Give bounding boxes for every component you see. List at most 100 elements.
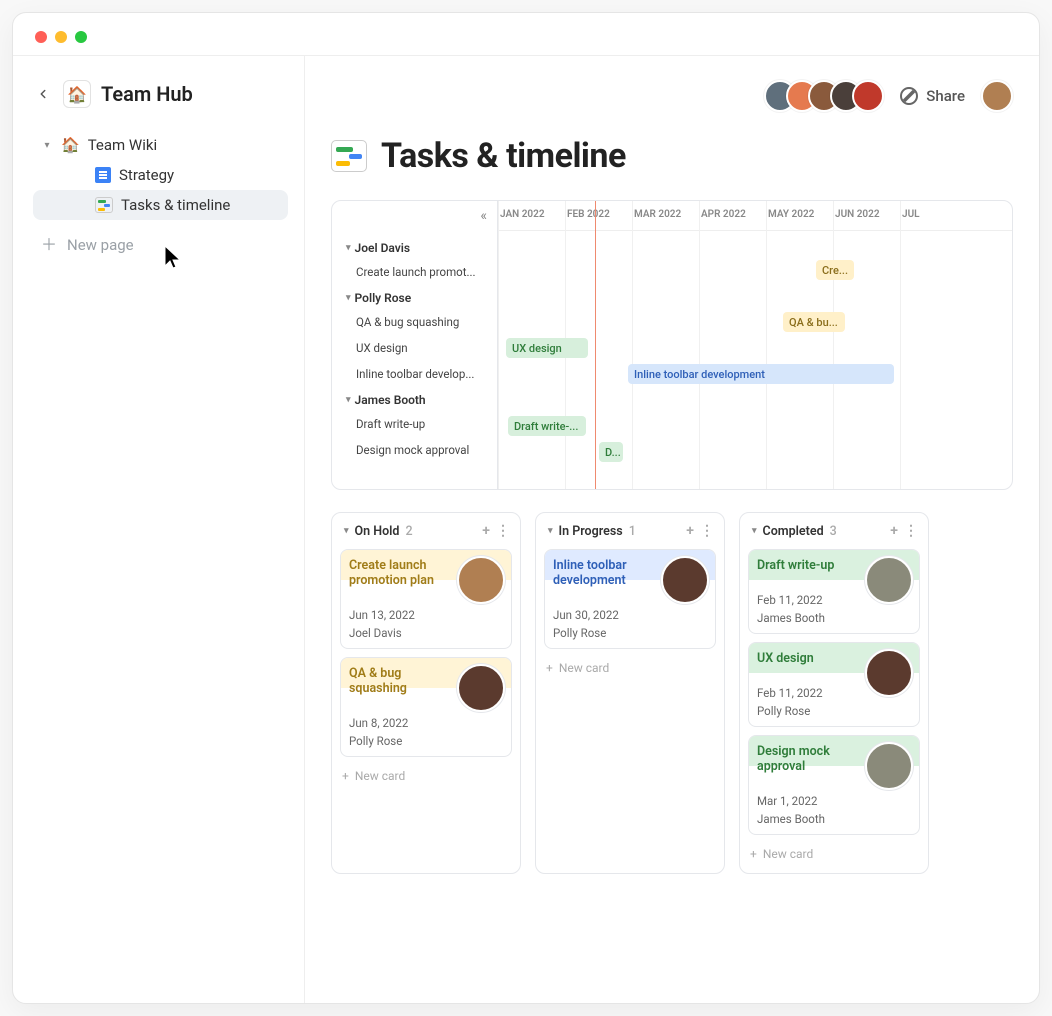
board-card[interactable]: Design mock approvalMar 1, 2022James Boo…	[748, 735, 920, 835]
board-header[interactable]: ▾In Progress1+⋮	[544, 521, 716, 541]
add-card-icon[interactable]: +	[890, 523, 898, 539]
add-card-icon[interactable]: +	[482, 523, 490, 539]
plus-icon: ＋	[41, 237, 57, 253]
board-count: 2	[405, 524, 412, 539]
timeline-group-label: Joel Davis	[355, 241, 411, 255]
board-header[interactable]: ▾Completed3+⋮	[748, 521, 920, 541]
hub-icon: 🏠	[63, 80, 91, 108]
plus-icon: +	[546, 661, 553, 675]
card-title: Create launch promotion plan	[349, 558, 503, 588]
add-card-icon[interactable]: +	[686, 523, 694, 539]
maximize-icon[interactable]	[75, 31, 87, 43]
new-card-button[interactable]: +New card	[544, 657, 716, 679]
app-body: 🏠 Team Hub ▾ 🏠 Team Wiki Strategy Tasks …	[13, 55, 1039, 1003]
avatar-stack[interactable]	[774, 80, 884, 112]
current-user-avatar[interactable]	[981, 80, 1013, 112]
card-title: UX design	[757, 651, 911, 666]
chevron-left-icon	[36, 87, 50, 101]
back-button[interactable]	[33, 84, 53, 104]
timeline-month: JUL	[900, 201, 967, 230]
timeline-group[interactable]: ▾Joel Davis	[346, 241, 489, 255]
timeline-bar[interactable]: QA & bu...	[783, 312, 845, 332]
new-page-button[interactable]: ＋ New page	[33, 230, 288, 260]
timeline-bar[interactable]: Cre...	[816, 260, 854, 280]
more-icon[interactable]: ⋮	[700, 523, 714, 539]
chevron-down-icon: ▾	[346, 395, 351, 405]
timeline-task-row: Draft write-...	[498, 413, 1012, 439]
card-assignee: Polly Rose	[349, 734, 503, 748]
tree-label: Team Wiki	[88, 136, 157, 154]
board-title: In Progress	[559, 524, 623, 539]
timeline-gantt[interactable]: JAN 2022FEB 2022MAR 2022APR 2022MAY 2022…	[498, 201, 1012, 489]
timeline-group[interactable]: ▾ Polly Rose	[346, 291, 489, 305]
timeline-task-row: QA & bu...	[498, 309, 1012, 335]
today-line	[595, 201, 596, 489]
timeline-group-row	[498, 231, 1012, 257]
timeline-bar[interactable]: D...	[599, 442, 623, 462]
card-title: Draft write-up	[757, 558, 911, 573]
timeline-task-label[interactable]: Design mock approval	[346, 437, 489, 463]
timeline-group[interactable]: ▾James Booth	[346, 393, 489, 407]
sidebar-item-strategy[interactable]: Strategy	[33, 160, 288, 190]
timeline-task-row: D...	[498, 439, 1012, 465]
timeline-month: FEB 2022	[565, 201, 632, 230]
hub-title: Team Hub	[101, 82, 193, 106]
timeline-task-row: Inline toolbar development	[498, 361, 1012, 387]
timeline-task-label[interactable]: Create launch promot...	[346, 259, 489, 285]
timeline-group-row	[498, 283, 1012, 309]
card-assignee: Polly Rose	[553, 626, 707, 640]
card-assignee: James Booth	[757, 611, 911, 625]
share-button[interactable]: Share	[900, 87, 965, 105]
page-title: Tasks & timeline	[381, 136, 626, 176]
timeline-rows: Cre... QA & bu... UX design Inline toolbar …	[498, 231, 1012, 465]
board-count: 3	[830, 524, 837, 539]
share-label: Share	[926, 87, 965, 105]
board-card[interactable]: QA & bug squashing Jun 8, 2022 Polly Rose	[340, 657, 512, 757]
timeline-month: MAR 2022	[632, 201, 699, 230]
globe-icon	[900, 87, 918, 105]
sidebar-item-team-wiki[interactable]: ▾ 🏠 Team Wiki	[33, 130, 288, 160]
plus-icon: +	[342, 769, 349, 783]
avatar[interactable]	[852, 80, 884, 112]
board-card[interactable]: UX designFeb 11, 2022Polly Rose	[748, 642, 920, 727]
minimize-icon[interactable]	[55, 31, 67, 43]
new-card-button[interactable]: +New card	[748, 843, 920, 865]
timeline-task-label[interactable]: QA & bug squashing	[346, 309, 489, 335]
timeline-bar[interactable]: Draft write-...	[508, 416, 586, 436]
new-card-button[interactable]: + New card	[340, 765, 512, 787]
timeline-task-label[interactable]: UX design	[346, 335, 489, 361]
sidebar-item-tasks-timeline[interactable]: Tasks & timeline	[33, 190, 288, 220]
board-header[interactable]: ▾On Hold2+⋮	[340, 521, 512, 541]
timeline-task-row: Cre...	[498, 257, 1012, 283]
board-column: ▾Completed3+⋮Draft write-upFeb 11, 2022J…	[739, 512, 929, 874]
board-column: ▾On Hold2+⋮Create launch promotion planJ…	[331, 512, 521, 874]
timeline-month: MAY 2022	[766, 201, 833, 230]
card-title: QA & bug squashing	[349, 666, 503, 696]
timeline-month: JAN 2022	[498, 201, 565, 230]
timeline-bar[interactable]: Inline toolbar development	[628, 364, 894, 384]
board-card[interactable]: Draft write-upFeb 11, 2022James Booth	[748, 549, 920, 634]
board-card[interactable]: Create launch promotion planJun 13, 2022…	[340, 549, 512, 649]
board-card[interactable]: Inline toolbar developmentJun 30, 2022Po…	[544, 549, 716, 649]
collapse-sidebar-button[interactable]: «	[480, 208, 487, 224]
sidebar-tree: ▾ 🏠 Team Wiki Strategy Tasks & timeline …	[33, 130, 288, 260]
close-icon[interactable]	[35, 31, 47, 43]
new-page-label: New page	[67, 236, 134, 254]
document-icon	[95, 167, 111, 183]
timeline-bar[interactable]: UX design	[506, 338, 588, 358]
page-title-row: Tasks & timeline	[331, 136, 1013, 176]
timeline-task-label[interactable]: Draft write-up	[346, 411, 489, 437]
timeline-task-row: UX design	[498, 335, 1012, 361]
timeline-icon	[95, 197, 113, 213]
more-icon[interactable]: ⋮	[496, 523, 510, 539]
chevron-down-icon: ▾	[346, 293, 351, 303]
more-icon[interactable]: ⋮	[904, 523, 918, 539]
timeline-group-label: Polly Rose	[355, 291, 412, 305]
new-card-label: New card	[355, 769, 405, 783]
chevron-down-icon: ▾	[752, 526, 757, 536]
timeline-group-row	[498, 387, 1012, 413]
main-content: Share Tasks & timeline « ▾Joel DavisCrea…	[305, 56, 1039, 1003]
card-date: Jun 8, 2022	[349, 716, 503, 730]
new-card-label: New card	[763, 847, 813, 861]
timeline-task-label[interactable]: Inline toolbar develop...	[346, 361, 489, 387]
